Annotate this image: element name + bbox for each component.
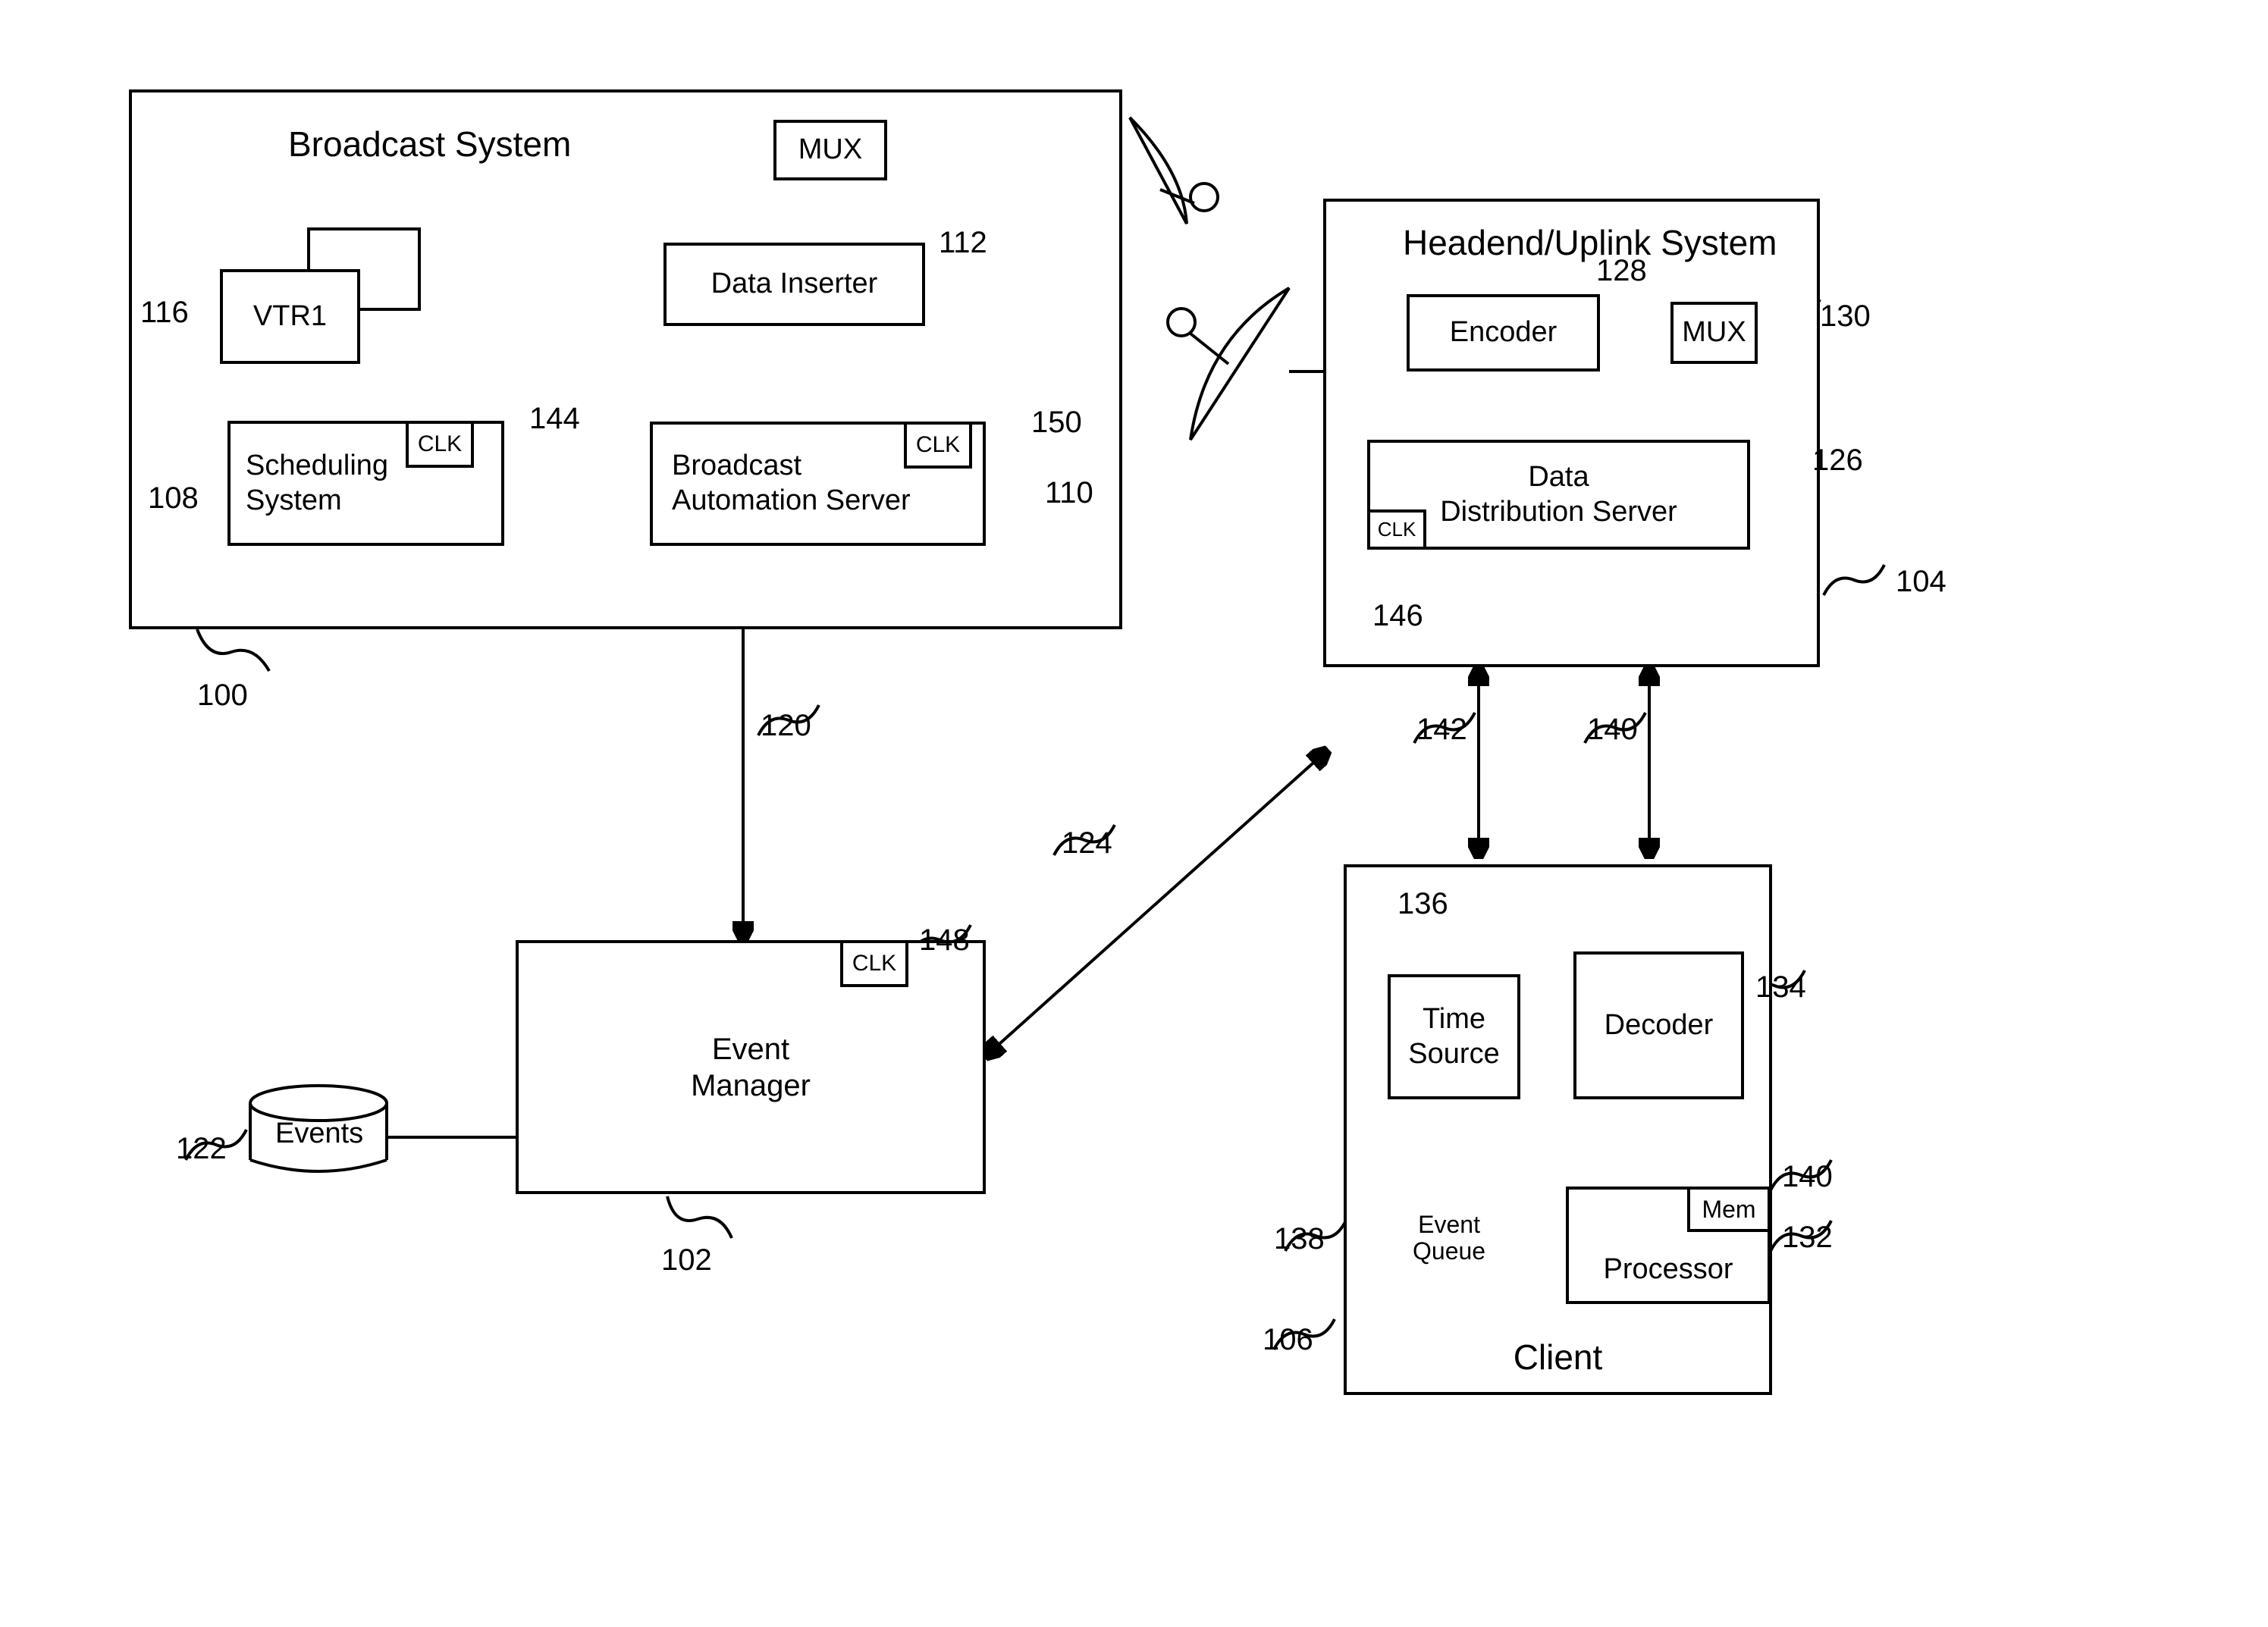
data-distribution-label: Data Distribution Server [1440, 460, 1677, 529]
ref-110: 110 [1045, 476, 1093, 509]
encoder-label: Encoder [1450, 315, 1557, 350]
ref-102: 102 [661, 1243, 712, 1277]
ref-138: 138 [1274, 1222, 1325, 1256]
scheduling-system-label: Scheduling System [246, 449, 388, 518]
time-source-block: Time Source [1388, 974, 1520, 1099]
headend-mux-block: MUX [1670, 302, 1758, 364]
ref-116: 116 [140, 296, 189, 329]
ref-148: 148 [919, 923, 970, 957]
ref-126: 126 [1812, 444, 1863, 477]
ref-136: 136 [1398, 887, 1448, 920]
ref-106: 106 [1263, 1323, 1313, 1356]
encoder-block: Encoder [1407, 294, 1600, 371]
broadcast-mux-block: MUX [773, 120, 887, 180]
diagram-canvas: Broadcast System 100 VTR1 116 Scheduling… [0, 0, 2268, 1627]
client-container: Client [1344, 864, 1772, 1395]
decoder-block: Decoder [1573, 951, 1744, 1099]
data-distribution-clk: CLK [1367, 509, 1426, 550]
client-title: Client [1514, 1337, 1603, 1378]
event-queue-label: Event Queue [1413, 1212, 1485, 1265]
processor-label: Processor [1603, 1252, 1733, 1287]
ref-108: 108 [148, 481, 199, 515]
broadcast-automation-label: Broadcast Automation Server [672, 449, 911, 518]
scheduling-clk-label: CLK [418, 431, 462, 458]
ref-122: 122 [176, 1132, 227, 1165]
ref-140-mem: 140 [1782, 1160, 1833, 1193]
broadcast-automation-clk-label: CLK [916, 431, 960, 459]
ref-142: 142 [1416, 713, 1467, 746]
data-inserter-block: Data Inserter [663, 243, 925, 326]
events-db-label: Events [275, 1118, 363, 1150]
ref-104: 104 [1896, 565, 1946, 598]
ref-112: 112 [939, 226, 987, 259]
decoder-label: Decoder [1605, 1008, 1714, 1043]
event-manager-label: Event Manager [691, 1031, 811, 1104]
ref-120: 120 [761, 709, 811, 742]
data-inserter-label: Data Inserter [711, 267, 878, 302]
ref-144: 144 [529, 402, 580, 435]
mem-label: Mem [1702, 1195, 1755, 1224]
data-distribution-clk-label: CLK [1378, 518, 1416, 541]
ref-132: 132 [1782, 1221, 1833, 1254]
ref-146: 146 [1372, 599, 1423, 632]
ref-130: 130 [1820, 299, 1871, 333]
time-source-label: Time Source [1408, 1002, 1499, 1071]
vtr1-label: VTR1 [253, 299, 327, 334]
event-manager-clk: CLK [840, 940, 908, 987]
scheduling-clk: CLK [406, 421, 474, 468]
mem-block: Mem [1687, 1187, 1771, 1232]
event-manager-clk-label: CLK [852, 950, 896, 977]
ref-100: 100 [197, 679, 248, 712]
broadcast-automation-clk: CLK [904, 422, 972, 469]
ref-150: 150 [1031, 406, 1082, 439]
ref-140-link: 140 [1587, 713, 1638, 746]
broadcast-mux-label: MUX [798, 133, 862, 168]
ref-124: 124 [1062, 826, 1112, 860]
headend-mux-label: MUX [1682, 315, 1746, 350]
headend-title: Headend/Uplink System [1403, 224, 1777, 262]
ref-134: 134 [1755, 970, 1806, 1004]
event-manager-block: Event Manager [516, 940, 986, 1194]
ref-128: 128 [1596, 254, 1647, 287]
vtr1-block: VTR1 [220, 269, 360, 364]
headend-container [1323, 199, 1820, 667]
broadcast-system-title: Broadcast System [288, 125, 571, 164]
